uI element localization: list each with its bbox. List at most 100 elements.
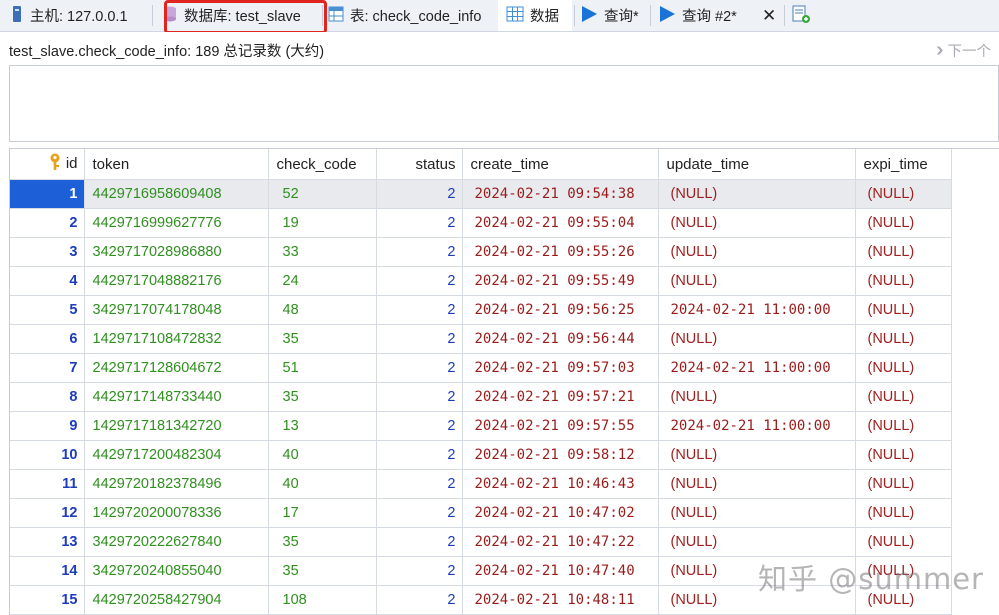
tab-table[interactable]: 表: check_code_info: [328, 0, 481, 31]
cell-expi-time[interactable]: (NULL): [855, 179, 952, 209]
cell-update-time[interactable]: (NULL): [658, 237, 856, 267]
cell-expi-time[interactable]: (NULL): [855, 498, 952, 528]
table-row[interactable]: 1 4429716958609408 52 2 2024-02-21 09:54:38(…: [10, 179, 952, 209]
cell-id[interactable]: 3: [10, 237, 85, 267]
cell-token[interactable]: 4429717200482304: [84, 440, 269, 470]
cell-id[interactable]: 4: [10, 266, 85, 296]
cell-create-time[interactable]: 2024-02-21 10:47:22: [462, 527, 659, 557]
cell-status[interactable]: 2: [376, 469, 463, 499]
cell-token[interactable]: 4429717148733440: [84, 382, 269, 412]
cell-create-time[interactable]: 2024-02-21 09:57:55: [462, 411, 659, 441]
cell-check-code[interactable]: 33: [268, 237, 377, 267]
cell-token[interactable]: 4429717048882176: [84, 266, 269, 296]
cell-check-code[interactable]: 48: [268, 295, 377, 325]
cell-id[interactable]: 9: [10, 411, 85, 441]
table-row[interactable]: 11 4429720182378496 40 2 2024-02-21 10:46:43…: [10, 469, 952, 499]
close-tab-button[interactable]: ✕: [762, 0, 776, 31]
cell-check-code[interactable]: 35: [268, 382, 377, 412]
cell-token[interactable]: 3429720240855040: [84, 556, 269, 586]
cell-token[interactable]: 2429717128604672: [84, 353, 269, 383]
cell-create-time[interactable]: 2024-02-21 09:56:25: [462, 295, 659, 325]
cell-create-time[interactable]: 2024-02-21 10:46:43: [462, 469, 659, 499]
cell-status[interactable]: 2: [376, 353, 463, 383]
cell-check-code[interactable]: 35: [268, 324, 377, 354]
col-header-check-code[interactable]: check_code: [268, 149, 377, 180]
cell-id[interactable]: 11: [10, 469, 85, 499]
cell-create-time[interactable]: 2024-02-21 09:55:04: [462, 208, 659, 238]
cell-token[interactable]: 4429720182378496: [84, 469, 269, 499]
cell-update-time[interactable]: (NULL): [658, 498, 856, 528]
cell-check-code[interactable]: 35: [268, 527, 377, 557]
cell-create-time[interactable]: 2024-02-21 09:54:38: [462, 179, 659, 209]
tab-query-1[interactable]: 查询*: [580, 0, 639, 31]
cell-token[interactable]: 4429716958609408: [84, 179, 269, 209]
cell-expi-time[interactable]: (NULL): [855, 411, 952, 441]
tab-query-2[interactable]: 查询 #2*: [658, 0, 737, 31]
cell-create-time[interactable]: 2024-02-21 09:58:12: [462, 440, 659, 470]
cell-id[interactable]: 13: [10, 527, 85, 557]
cell-token[interactable]: 3429717074178048: [84, 295, 269, 325]
cell-status[interactable]: 2: [376, 382, 463, 412]
cell-status[interactable]: 2: [376, 556, 463, 586]
col-header-update-time[interactable]: update_time: [658, 149, 856, 180]
cell-expi-time[interactable]: (NULL): [855, 324, 952, 354]
cell-status[interactable]: 2: [376, 411, 463, 441]
cell-status[interactable]: 2: [376, 208, 463, 238]
tab-data[interactable]: 数据: [498, 0, 572, 31]
cell-update-time[interactable]: (NULL): [658, 440, 856, 470]
cell-create-time[interactable]: 2024-02-21 10:48:11: [462, 585, 659, 615]
cell-id[interactable]: 8: [10, 382, 85, 412]
table-row[interactable]: 8 4429717148733440 35 2 2024-02-21 09:57:21(…: [10, 382, 952, 412]
table-row[interactable]: 13 3429720222627840 35 2 2024-02-21 10:47:22…: [10, 527, 952, 557]
filter-area[interactable]: [9, 65, 999, 142]
cell-token[interactable]: 4429716999627776: [84, 208, 269, 238]
cell-expi-time[interactable]: (NULL): [855, 353, 952, 383]
cell-check-code[interactable]: 17: [268, 498, 377, 528]
cell-id[interactable]: 6: [10, 324, 85, 354]
table-row[interactable]: 5 3429717074178048 48 2 2024-02-21 09:56:25 2…: [10, 295, 952, 325]
cell-update-time[interactable]: (NULL): [658, 266, 856, 296]
cell-create-time[interactable]: 2024-02-21 10:47:40: [462, 556, 659, 586]
table-row[interactable]: 10 4429717200482304 40 2 2024-02-21 09:58:12…: [10, 440, 952, 470]
cell-check-code[interactable]: 108: [268, 585, 377, 615]
cell-token[interactable]: 3429720222627840: [84, 527, 269, 557]
table-row[interactable]: 4 4429717048882176 24 2 2024-02-21 09:55:49(…: [10, 266, 952, 296]
cell-expi-time[interactable]: (NULL): [855, 527, 952, 557]
cell-id[interactable]: 15: [10, 585, 85, 615]
cell-create-time[interactable]: 2024-02-21 09:57:21: [462, 382, 659, 412]
cell-create-time[interactable]: 2024-02-21 09:55:49: [462, 266, 659, 296]
table-row[interactable]: 3 3429717028986880 33 2 2024-02-21 09:55:26(…: [10, 237, 952, 267]
table-row[interactable]: 12 1429720200078336 17 2 2024-02-21 10:47:02…: [10, 498, 952, 528]
cell-id[interactable]: 7: [10, 353, 85, 383]
tab-host[interactable]: 主机: 127.0.0.1: [10, 0, 128, 31]
cell-check-code[interactable]: 40: [268, 469, 377, 499]
cell-token[interactable]: 1429717108472832: [84, 324, 269, 354]
cell-status[interactable]: 2: [376, 440, 463, 470]
cell-id[interactable]: 14: [10, 556, 85, 586]
cell-check-code[interactable]: 35: [268, 556, 377, 586]
cell-check-code[interactable]: 13: [268, 411, 377, 441]
cell-expi-time[interactable]: (NULL): [855, 208, 952, 238]
cell-create-time[interactable]: 2024-02-21 10:47:02: [462, 498, 659, 528]
new-query-button[interactable]: [791, 0, 817, 31]
cell-update-time[interactable]: (NULL): [658, 324, 856, 354]
col-header-status[interactable]: status: [376, 149, 463, 180]
cell-update-time[interactable]: (NULL): [658, 382, 856, 412]
col-header-token[interactable]: token: [84, 149, 269, 180]
cell-update-time[interactable]: 2024-02-21 11:00:00: [658, 295, 856, 325]
cell-id[interactable]: 12: [10, 498, 85, 528]
cell-update-time[interactable]: (NULL): [658, 179, 856, 209]
cell-expi-time[interactable]: (NULL): [855, 266, 952, 296]
cell-status[interactable]: 2: [376, 295, 463, 325]
col-header-create-time[interactable]: create_time: [462, 149, 659, 180]
cell-update-time[interactable]: (NULL): [658, 527, 856, 557]
col-header-id[interactable]: id: [10, 149, 85, 180]
cell-expi-time[interactable]: (NULL): [855, 237, 952, 267]
cell-update-time[interactable]: 2024-02-21 11:00:00: [658, 353, 856, 383]
cell-expi-time[interactable]: (NULL): [855, 469, 952, 499]
cell-check-code[interactable]: 51: [268, 353, 377, 383]
cell-create-time[interactable]: 2024-02-21 09:55:26: [462, 237, 659, 267]
cell-status[interactable]: 2: [376, 585, 463, 615]
cell-token[interactable]: 1429720200078336: [84, 498, 269, 528]
cell-id[interactable]: 5: [10, 295, 85, 325]
